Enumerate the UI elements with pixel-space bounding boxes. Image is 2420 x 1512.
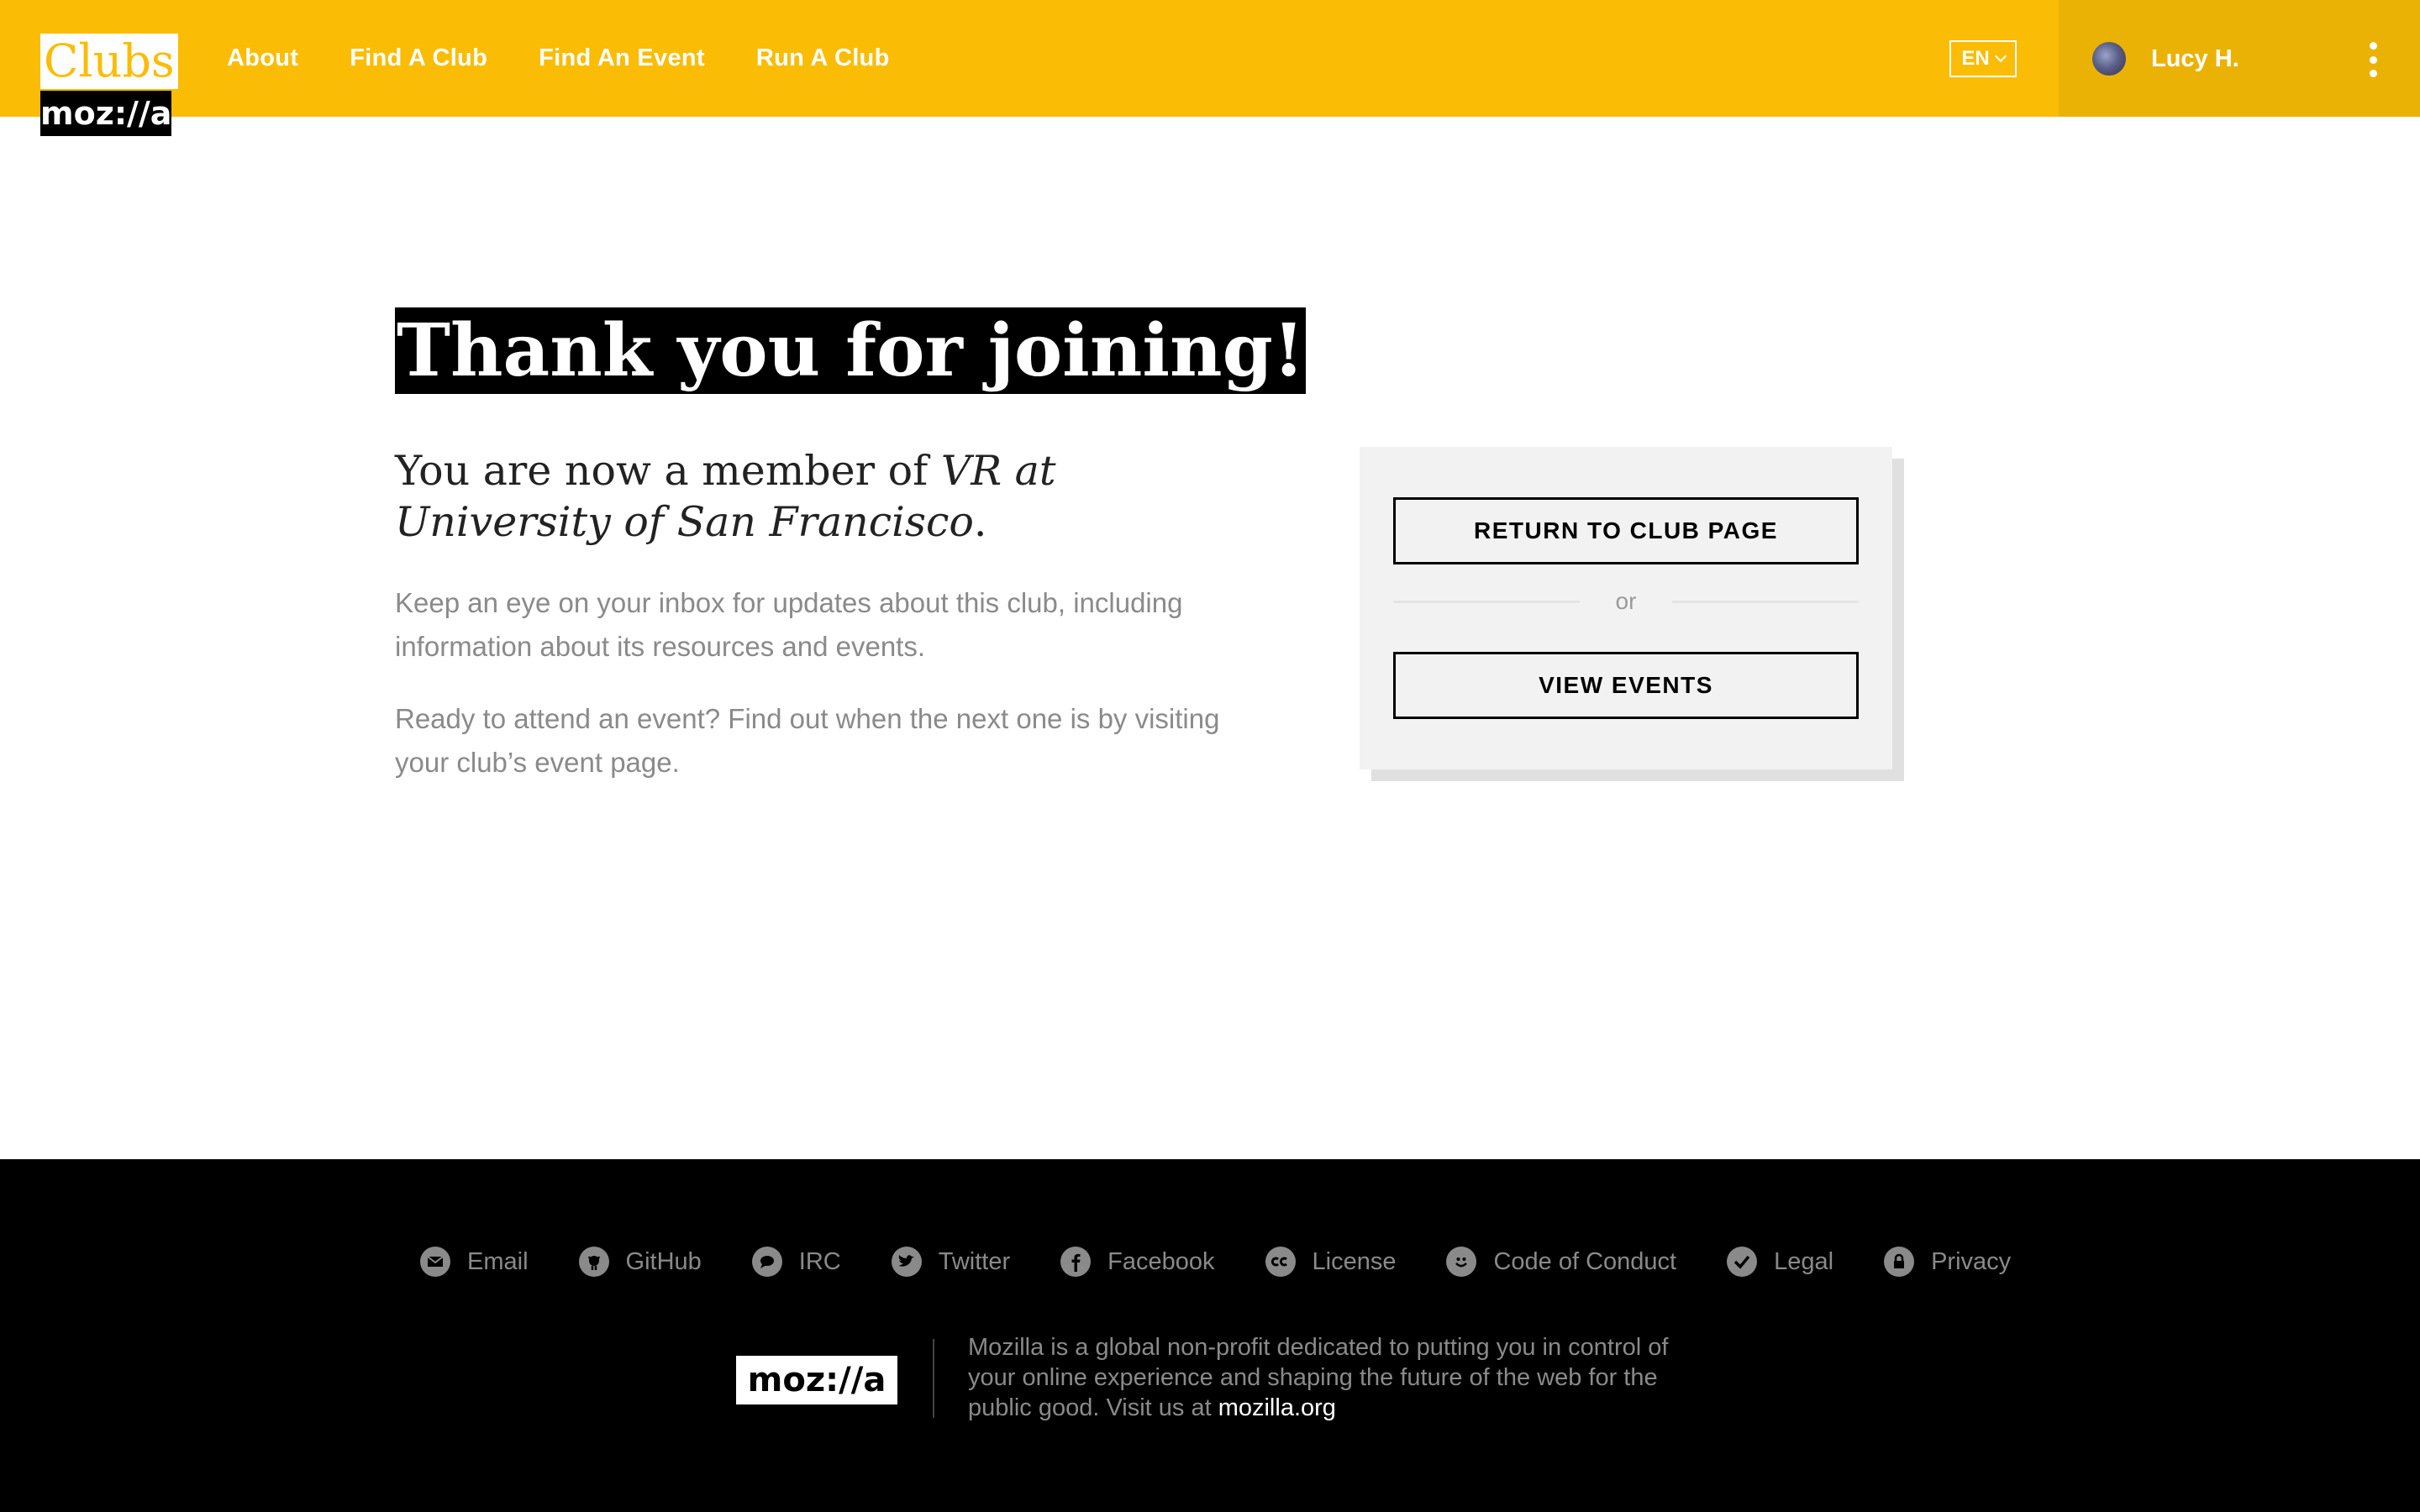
action-card: RETURN TO CLUB PAGE or VIEW EVENTS [1360, 447, 1892, 769]
nav-find-an-event[interactable]: Find An Event [539, 45, 705, 72]
footer-link-github[interactable]: GitHub [578, 1247, 702, 1277]
membership-message: You are now a member of VR at University… [395, 445, 1151, 548]
footer-description: Mozilla is a global non-profit dedicated… [968, 1332, 1691, 1423]
avatar[interactable] [2092, 42, 2126, 76]
footer-link-irc[interactable]: IRC [751, 1247, 841, 1277]
footer-link-label: Facebook [1107, 1247, 1215, 1275]
kebab-dot [2369, 55, 2377, 64]
user-name[interactable]: Lucy H. [2151, 40, 2239, 77]
footer-link-label: Email [467, 1247, 529, 1275]
footer-link-label: Code of Conduct [1493, 1247, 1677, 1275]
footer: Email GitHub IRC Twitter Facebook Licens… [0, 1159, 2420, 1512]
footer-link-license[interactable]: License [1265, 1247, 1397, 1277]
event-info-text: Ready to attend an event? Find out when … [395, 703, 1220, 778]
more-options-icon[interactable] [2366, 42, 2380, 77]
footer-mozilla-logo[interactable]: moz://a [736, 1356, 897, 1404]
divider-line [1393, 600, 1580, 603]
checkmark-icon [1727, 1247, 1758, 1277]
creative-commons-icon [1265, 1247, 1296, 1277]
divider-line [1672, 600, 1859, 603]
twitter-icon [891, 1247, 922, 1277]
footer-links: Email GitHub IRC Twitter Facebook Licens… [420, 1240, 2011, 1284]
footer-link-privacy[interactable]: Privacy [1884, 1247, 2011, 1277]
nav-find-a-club[interactable]: Find A Club [350, 45, 487, 72]
page-title: Thank you for joining! [395, 307, 1307, 394]
footer-link-label: Twitter [938, 1247, 1011, 1275]
language-label: EN [1961, 47, 1990, 70]
footer-link-facebook[interactable]: Facebook [1060, 1247, 1215, 1277]
nav-run-a-club[interactable]: Run A Club [756, 45, 890, 72]
footer-link-label: License [1312, 1247, 1397, 1275]
facebook-icon [1060, 1247, 1092, 1277]
membership-suffix: . [973, 498, 987, 546]
chat-bubble-icon [751, 1247, 782, 1277]
membership-prefix: You are now a member of [395, 447, 941, 495]
footer-link-code-of-conduct[interactable]: Code of Conduct [1446, 1247, 1676, 1277]
email-icon [420, 1247, 450, 1277]
clubs-logo[interactable]: Clubs [40, 34, 178, 89]
footer-link-label: Privacy [1931, 1247, 2012, 1275]
footer-link-legal[interactable]: Legal [1727, 1247, 1833, 1277]
inbox-info-text: Keep an eye on your inbox for updates ab… [395, 587, 1183, 662]
github-icon [578, 1247, 609, 1277]
mozilla-logo[interactable]: moz://a [40, 91, 171, 136]
top-navigation-bar: Clubs About Find A Club Find An Event Ru… [0, 0, 2420, 117]
view-events-button[interactable]: VIEW EVENTS [1393, 652, 1859, 719]
main-nav: About Find A Club Find An Event Run A Cl… [227, 0, 941, 117]
or-text: or [1615, 588, 1637, 614]
kebab-dot [2369, 42, 2377, 50]
smiley-icon [1446, 1247, 1477, 1277]
footer-link-label: IRC [798, 1247, 841, 1275]
return-to-club-page-button[interactable]: RETURN TO CLUB PAGE [1393, 497, 1859, 564]
footer-link-email[interactable]: Email [420, 1247, 529, 1277]
footer-link-twitter[interactable]: Twitter [891, 1247, 1011, 1277]
user-menu[interactable]: Lucy H. [2059, 0, 2420, 117]
or-divider: or [1393, 588, 1859, 615]
language-selector[interactable]: EN [1949, 40, 2017, 77]
chevron-down-icon [1994, 50, 2007, 63]
nav-about[interactable]: About [227, 45, 298, 72]
footer-divider [933, 1339, 934, 1418]
footer-link-label: Legal [1774, 1247, 1834, 1275]
kebab-dot [2369, 70, 2377, 77]
lock-icon [1884, 1247, 1915, 1277]
footer-link-label: GitHub [625, 1247, 702, 1275]
mozilla-org-link[interactable]: mozilla.org [1218, 1394, 1336, 1421]
